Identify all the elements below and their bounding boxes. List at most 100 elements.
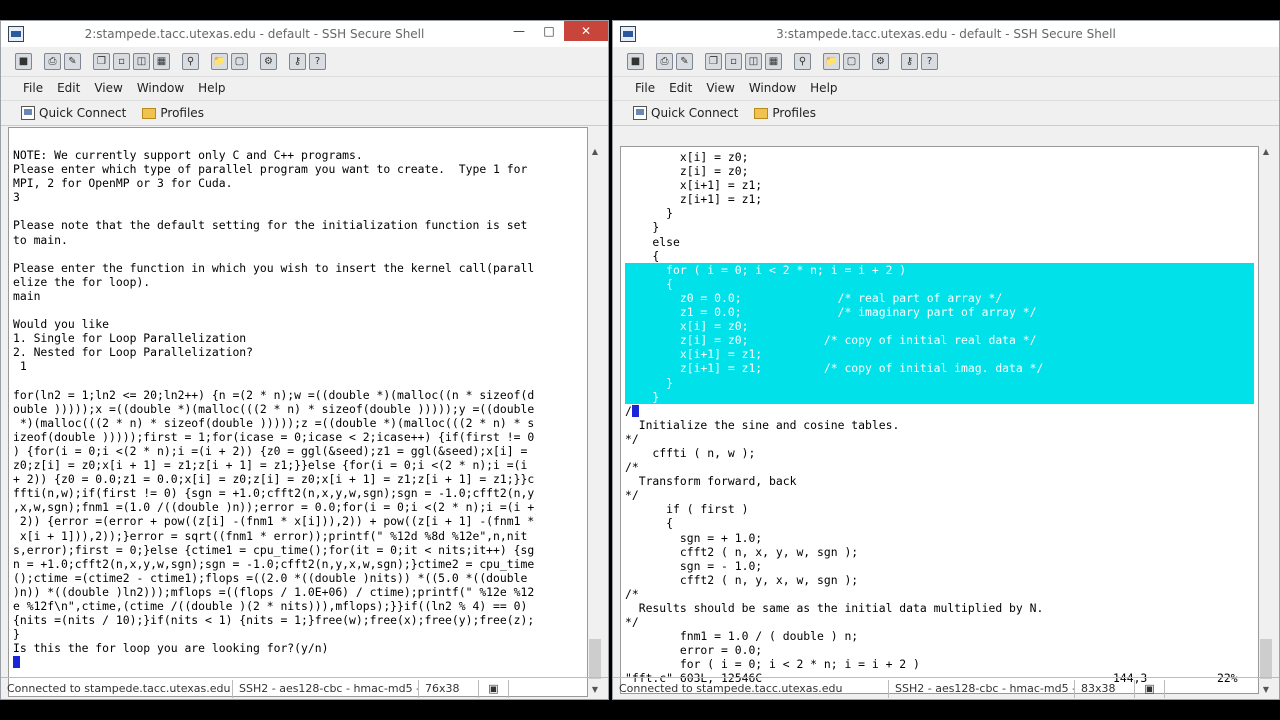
status-encryption: SSH2 - aes128-cbc - hmac-md5 - nc	[889, 679, 1075, 698]
terminal-line: ffti(n,w);if(first != 0) {sgn = +1.0;cff…	[13, 486, 535, 501]
status-connection: Connected to stampede.tacc.utexas.edu	[613, 679, 889, 698]
terminal-line: 2. Nested for Loop Parallelization?	[13, 345, 254, 360]
text-cursor	[631, 404, 639, 417]
quick-connect-bar: Quick Connect Profiles	[1, 100, 608, 126]
minimize-button[interactable]: —	[504, 21, 534, 41]
code-line: sgn = - 1.0;	[625, 558, 763, 573]
quick-connect-icon	[21, 106, 35, 120]
code-line: }	[625, 206, 674, 221]
toolbar-separator	[280, 53, 286, 70]
save-icon[interactable]: ■	[15, 53, 32, 70]
terminal-line: ouble )))));x =((double *)(malloc(((2 * …	[13, 401, 535, 416]
help-icon[interactable]: ?	[921, 53, 938, 70]
paste-icon[interactable]: ▫	[113, 53, 130, 70]
terminal-line: Please note that the default setting for…	[13, 218, 528, 233]
menu-file[interactable]: File	[635, 81, 655, 95]
help-icon[interactable]: ?	[309, 53, 326, 70]
ssh-window-right[interactable]: 3:stampede.tacc.utexas.edu - default - S…	[612, 20, 1280, 700]
terminal-line: *)(malloc(((2 * n) * sizeof(double )))))…	[13, 415, 535, 430]
scrollbar-thumb[interactable]	[1260, 639, 1272, 679]
code-line: sgn = + 1.0;	[625, 530, 763, 545]
print-preview-icon[interactable]: ✎	[64, 53, 81, 70]
menu-edit[interactable]: Edit	[57, 81, 80, 95]
menu-help[interactable]: Help	[198, 81, 225, 95]
select-all-icon[interactable]: ▦	[765, 53, 782, 70]
profiles-button[interactable]: Profiles	[142, 106, 204, 120]
scroll-up-arrow-icon[interactable]: ▲	[1259, 145, 1273, 159]
paste-icon[interactable]: ▫	[725, 53, 742, 70]
settings-icon[interactable]: ⚙	[260, 53, 277, 70]
key-icon[interactable]: ⚷	[901, 53, 918, 70]
terminal-scrollbar[interactable]: ▲ ▼	[588, 145, 602, 697]
lock-icon: ▣	[1135, 679, 1165, 698]
code-line: /*	[625, 586, 639, 601]
terminal-line: )n)) *((double )ln2)));mflops =((flops /…	[13, 584, 535, 599]
new-window-icon[interactable]: ▢	[231, 53, 248, 70]
toolbar: ■ ⎙ ✎ ❐ ▫ ◫ ▦ ⚲ 📁 ▢ ⚙ ⚷ ?	[1, 47, 608, 77]
find-icon[interactable]: ⚲	[794, 53, 811, 70]
terminal-line: 1. Single for Loop Parallelization	[13, 331, 247, 346]
new-window-icon[interactable]: ▢	[843, 53, 860, 70]
terminal-scrollbar[interactable]: ▲ ▼	[1259, 145, 1273, 697]
terminal-output[interactable]: NOTE: We currently support only C and C+…	[8, 127, 588, 697]
code-line: error = 0.0;	[625, 643, 763, 658]
terminal-line: ) {for(i = 0;i <(2 * n);i =(i + 2)) {z0 …	[13, 443, 528, 458]
toolbar-separator	[84, 53, 90, 70]
terminal-output[interactable]: x[i] = z0; z[i] = z0; x[i+1] = z1; z[i+1…	[620, 146, 1259, 694]
paste-special-icon[interactable]: ◫	[133, 53, 150, 70]
menu-window[interactable]: Window	[749, 81, 796, 95]
title-bar[interactable]: 2:stampede.tacc.utexas.edu - default - S…	[1, 21, 608, 47]
terminal-line: s,error);first = 0;}else {ctime1 = cpu_t…	[13, 542, 535, 557]
title-bar[interactable]: 3:stampede.tacc.utexas.edu - default - S…	[613, 21, 1279, 47]
terminal-line: 1	[13, 359, 27, 374]
find-icon[interactable]: ⚲	[182, 53, 199, 70]
selected-code-line: x[i+1] = z1;	[625, 347, 1254, 362]
quick-connect-button[interactable]: Quick Connect	[633, 106, 738, 120]
terminal-line: e %12f\n",ctime,(ctime /((double )(2 * n…	[13, 599, 528, 613]
file-transfer-icon[interactable]: 📁	[211, 53, 228, 70]
close-button[interactable]: ✕	[564, 21, 608, 41]
terminal-line: ();ctime =(ctime2 - ctime1);flops =((2.0…	[13, 570, 528, 585]
print-preview-icon[interactable]: ✎	[676, 53, 693, 70]
terminal-line: Is this the for loop you are looking for…	[13, 641, 329, 656]
menu-view[interactable]: View	[706, 81, 734, 95]
menu-window[interactable]: Window	[137, 81, 184, 95]
terminal-line: z0;z[i] = z0;x[i + 1] = z1;z[i + 1] = z1…	[13, 458, 528, 473]
copy-icon[interactable]: ❐	[705, 53, 722, 70]
scrollbar-thumb[interactable]	[589, 639, 601, 679]
selected-code-line: z[i] = z0; /* copy of initial real data …	[625, 333, 1254, 348]
code-line: Initialize the sine and cosine tables.	[625, 417, 900, 432]
menu-view[interactable]: View	[94, 81, 122, 95]
file-transfer-icon[interactable]: 📁	[823, 53, 840, 70]
profiles-button[interactable]: Profiles	[754, 106, 816, 120]
maximize-button[interactable]: □	[534, 21, 564, 41]
menu-edit[interactable]: Edit	[669, 81, 692, 95]
select-all-icon[interactable]: ▦	[153, 53, 170, 70]
menu-help[interactable]: Help	[810, 81, 837, 95]
status-bar: Connected to stampede.tacc.utexas.edu SS…	[1, 677, 608, 699]
code-line: else	[625, 234, 680, 249]
code-line: z[i+1] = z1;	[625, 192, 763, 207]
code-line: /	[625, 404, 1254, 418]
scroll-up-arrow-icon[interactable]: ▲	[588, 145, 602, 159]
copy-icon[interactable]: ❐	[93, 53, 110, 70]
print-icon[interactable]: ⎙	[656, 53, 673, 70]
paste-special-icon[interactable]: ◫	[745, 53, 762, 70]
ssh-window-left[interactable]: 2:stampede.tacc.utexas.edu - default - S…	[0, 20, 609, 700]
lock-icon: ▣	[479, 679, 509, 698]
toolbar-separator	[647, 53, 653, 70]
print-icon[interactable]: ⎙	[44, 53, 61, 70]
status-size: 83x38	[1075, 679, 1135, 698]
code-line: /*	[625, 460, 639, 475]
save-icon[interactable]: ■	[627, 53, 644, 70]
terminal-line: Please enter which type of parallel prog…	[13, 162, 528, 177]
menu-bar: File Edit View Window Help	[613, 77, 1279, 99]
quick-connect-button[interactable]: Quick Connect	[21, 106, 126, 120]
menu-file[interactable]: File	[23, 81, 43, 95]
settings-icon[interactable]: ⚙	[872, 53, 889, 70]
code-line: {	[625, 248, 660, 263]
window-title: 2:stampede.tacc.utexas.edu - default - S…	[84, 27, 425, 41]
key-icon[interactable]: ⚷	[289, 53, 306, 70]
